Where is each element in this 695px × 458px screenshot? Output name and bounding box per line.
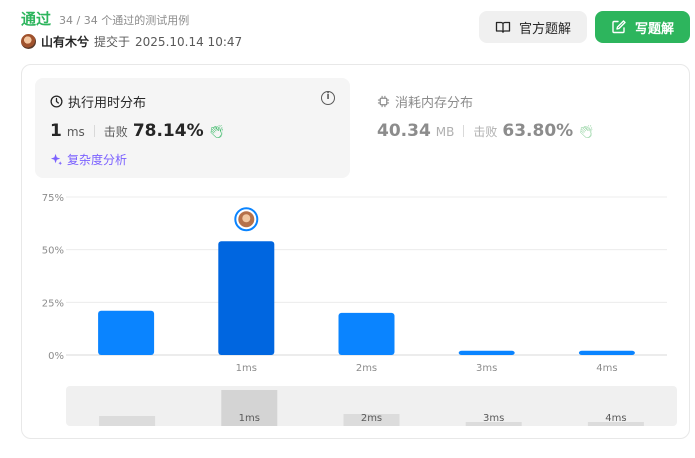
minimap-label: 3ms [483,413,504,424]
minimap-label: 1ms [239,413,260,424]
chart-minimap[interactable]: 1ms 2ms 3ms 4ms [66,386,677,426]
submission-status: 通过 34 / 34 个通过的测试用例 [21,8,189,29]
submitter-info: 山有木兮 提交于 2025.10.14 10:47 [21,33,242,50]
write-solution-label: 写题解 [634,21,674,37]
x-tick-label: 2ms [356,363,377,374]
chart-bar[interactable] [578,350,635,355]
minimap-label: 4ms [605,413,626,424]
avatar[interactable] [21,34,36,49]
write-solution-button[interactable]: 写题解 [595,11,690,43]
x-tick-label: 4ms [596,363,617,374]
book-icon [495,21,511,33]
y-tick-label: 75% [42,193,64,204]
minimap-label: 2ms [361,413,382,424]
official-solution-label: 官方题解 [518,21,571,37]
edit-icon [612,20,626,34]
y-tick-label: 25% [42,298,64,309]
y-tick-label: 0% [48,351,64,362]
x-tick-label: 1ms [236,363,257,374]
chart-bar[interactable] [98,310,155,355]
submit-label: 提交于 [94,35,131,49]
y-tick-label: 50% [42,246,64,257]
minimap-bar [99,416,156,426]
submit-time: 2025.10.14 10:47 [135,34,243,49]
user-name[interactable]: 山有木兮 [41,33,89,50]
performance-card: 执行用时分布 i 1 ms 击败 78.14% 👏︎ 复杂度分析 消耗内存分布 … [21,64,690,439]
chart-bar[interactable] [338,312,395,355]
chart-bar[interactable] [458,350,515,355]
minimap-chart: 1ms 2ms 3ms 4ms [99,390,644,426]
avatar-highlight [242,214,251,223]
status-title: 通过 [21,10,52,28]
official-solution-button[interactable]: 官方题解 [479,11,587,43]
x-tick-label: 3ms [476,363,497,374]
runtime-distribution-chart[interactable]: 0% 25% 50% 75% 1ms 2ms 3ms 4ms [22,65,691,385]
chart-bar[interactable] [218,241,275,355]
tests-passed: 34 / 34 个通过的测试用例 [59,14,190,27]
